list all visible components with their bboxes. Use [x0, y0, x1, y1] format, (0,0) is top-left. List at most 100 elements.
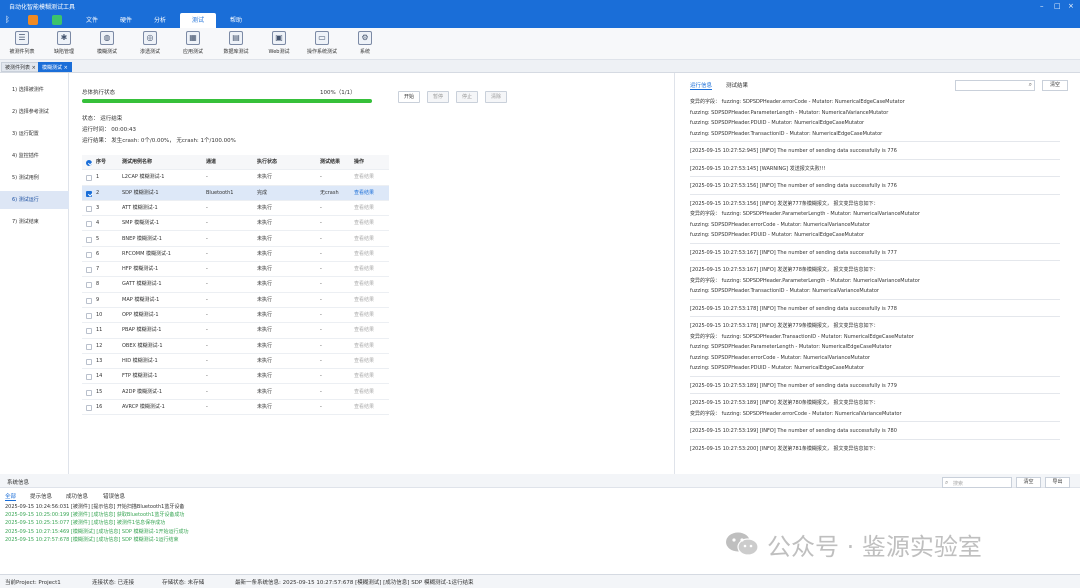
- table-row[interactable]: 7 HFP 模糊测试-1 - 未执行 - 查看结果: [82, 262, 389, 278]
- tool-app-test[interactable]: ▦ 应用测试: [172, 30, 214, 58]
- table-row[interactable]: 10 OPP 模糊测试-1 - 未执行 - 查看结果: [82, 308, 389, 324]
- minimize-button[interactable]: –: [1040, 2, 1044, 10]
- table-row[interactable]: 9 MAP 模糊测试-1 - 未执行 - 查看结果: [82, 293, 389, 308]
- maximize-button[interactable]: □: [1054, 2, 1061, 10]
- menu-tab-test[interactable]: 测试: [180, 13, 216, 28]
- btab-error[interactable]: 错误信息: [103, 492, 125, 500]
- row-checkbox[interactable]: [86, 251, 92, 258]
- tool-pen-test[interactable]: ◎ 渗透测试: [129, 30, 171, 58]
- system-search-input[interactable]: ⌕ 搜索: [942, 477, 1012, 488]
- log-search-input[interactable]: ⌕: [955, 80, 1035, 91]
- table-row[interactable]: 1 L2CAP 模糊测试-1 - 未执行 - 查看结果: [82, 170, 389, 186]
- tool-defect-mgmt[interactable]: ✱ 缺陷管理: [43, 30, 85, 58]
- row-channel: -: [206, 281, 208, 288]
- select-all-checkbox[interactable]: [86, 160, 92, 166]
- view-result-link[interactable]: 查看结果: [354, 186, 374, 201]
- clear-button[interactable]: 清除: [485, 91, 507, 103]
- view-result-link[interactable]: 查看结果: [354, 354, 374, 369]
- close-icon[interactable]: ×: [32, 65, 36, 71]
- row-name: OBEX 模糊测试-1: [122, 342, 163, 349]
- doc-tab-dut-list[interactable]: 被测件列表 ×: [1, 62, 40, 72]
- table-row[interactable]: 12 OBEX 模糊测试-1 - 未执行 - 查看结果: [82, 339, 389, 354]
- start-button[interactable]: 开始: [398, 91, 420, 103]
- menu-tab-analysis[interactable]: 分析: [146, 13, 174, 28]
- view-result-link[interactable]: 查看结果: [354, 400, 374, 415]
- table-row[interactable]: 11 PBAP 模糊测试-1 - 未执行 - 查看结果: [82, 323, 389, 339]
- view-result-link[interactable]: 查看结果: [354, 232, 374, 247]
- tab-run-info[interactable]: 运行信息: [690, 81, 713, 90]
- row-checkbox[interactable]: [86, 343, 92, 350]
- step-test-cases[interactable]: 5) 测试用例: [0, 169, 69, 187]
- row-checkbox[interactable]: [86, 282, 92, 289]
- row-checkbox[interactable]: [86, 374, 92, 381]
- orange-app-icon[interactable]: [28, 15, 38, 25]
- tool-web-test[interactable]: ▣ Web测试: [258, 30, 300, 58]
- tab-test-result[interactable]: 测试结果: [726, 81, 748, 89]
- menu-tab-help[interactable]: 帮助: [222, 13, 250, 28]
- table-row[interactable]: 6 RFCOMM 模糊测试-1 - 未执行 - 查看结果: [82, 247, 389, 263]
- view-result-link[interactable]: 查看结果: [354, 385, 374, 400]
- view-result-link[interactable]: 查看结果: [354, 308, 374, 323]
- tool-fuzz-test[interactable]: ◍ 模糊测试: [86, 30, 128, 58]
- row-checkbox[interactable]: [86, 328, 92, 335]
- tool-dut-list[interactable]: ☰ 被测件列表: [1, 30, 43, 58]
- tool-system[interactable]: ⚙ 系统: [344, 30, 386, 58]
- view-result-link[interactable]: 查看结果: [354, 293, 374, 308]
- row-checkbox[interactable]: [86, 404, 92, 411]
- step-select-dut[interactable]: 1) 选择被测件: [0, 81, 69, 99]
- stop-button[interactable]: 停止: [456, 91, 478, 103]
- view-result-link[interactable]: 查看结果: [354, 339, 374, 354]
- menu-tab-file[interactable]: 文件: [78, 13, 106, 28]
- pause-button[interactable]: 暂停: [427, 91, 449, 103]
- row-checkbox[interactable]: [86, 236, 92, 243]
- table-row[interactable]: 4 SMP 模糊测试-1 - 未执行 - 查看结果: [82, 216, 389, 232]
- btab-all[interactable]: 全部: [5, 492, 17, 501]
- table-row[interactable]: 8 GATT 模糊测试-1 - 未执行 - 查看结果: [82, 277, 389, 293]
- row-checkbox[interactable]: [86, 297, 92, 304]
- view-result-link[interactable]: 查看结果: [354, 201, 374, 216]
- step-test-end[interactable]: 7) 测试结束: [0, 213, 69, 231]
- row-checkbox[interactable]: [86, 313, 92, 319]
- system-clear-button[interactable]: 清空: [1016, 477, 1041, 488]
- step-select-reference[interactable]: 2) 选择参考测试: [0, 103, 69, 121]
- bug-icon: ✱: [57, 31, 71, 45]
- system-export-button[interactable]: 导出: [1045, 477, 1070, 488]
- log-clear-button[interactable]: 清空: [1042, 80, 1068, 91]
- table-row[interactable]: 16 AVRCP 模糊测试-1 - 未执行 - 查看结果: [82, 400, 389, 416]
- view-result-link[interactable]: 查看结果: [354, 170, 374, 185]
- table-row[interactable]: 14 FTP 模糊测试-1 - 未执行 - 查看结果: [82, 369, 389, 385]
- view-result-link[interactable]: 查看结果: [354, 277, 374, 292]
- doc-tab-fuzz-test[interactable]: 模糊测试 ×: [38, 62, 72, 72]
- step-test-run[interactable]: 6) 测试运行: [0, 191, 69, 209]
- btab-success[interactable]: 成功信息: [66, 492, 88, 500]
- view-result-link[interactable]: 查看结果: [354, 369, 374, 384]
- row-checkbox[interactable]: [86, 175, 92, 182]
- tool-db-test[interactable]: ▤ 数据库测试: [215, 30, 257, 58]
- green-app-icon[interactable]: [52, 15, 62, 25]
- btab-hint[interactable]: 提示信息: [30, 492, 52, 500]
- table-row[interactable]: 5 BNEP 模糊测试-1 - 未执行 - 查看结果: [82, 232, 389, 247]
- table-row[interactable]: 15 A2DP 模糊测试-1 - 未执行 - 查看结果: [82, 385, 389, 400]
- menu-tab-hardware[interactable]: 硬件: [112, 13, 140, 28]
- row-checkbox[interactable]: [86, 389, 92, 396]
- tool-os-test[interactable]: ▭ 操作系统测试: [301, 30, 343, 58]
- row-checkbox[interactable]: [86, 190, 92, 197]
- row-checkbox[interactable]: [86, 205, 92, 212]
- step-monitor-plugin[interactable]: 4) 监控插件: [0, 147, 69, 165]
- view-result-link[interactable]: 查看结果: [354, 216, 374, 231]
- log-separator: [690, 375, 1060, 377]
- log-separator: [690, 393, 1060, 394]
- row-checkbox[interactable]: [86, 358, 92, 365]
- step-run-config[interactable]: 3) 运行配置: [0, 125, 69, 143]
- view-result-link[interactable]: 查看结果: [354, 323, 374, 338]
- table-row[interactable]: 2 SDP 模糊测试-1 Bluetooth1 完成 无crash 查看结果: [82, 185, 389, 201]
- table-row[interactable]: 13 HID 模糊测试-1 - 未执行 - 查看结果: [82, 354, 389, 370]
- close-button[interactable]: ×: [1068, 2, 1074, 10]
- close-icon[interactable]: ×: [64, 65, 68, 71]
- table-row[interactable]: 3 ATT 模糊测试-1 - 未执行 - 查看结果: [82, 201, 389, 217]
- bluetooth-icon[interactable]: ᛒ: [5, 15, 15, 25]
- view-result-link[interactable]: 查看结果: [354, 262, 374, 277]
- row-checkbox[interactable]: [86, 221, 92, 228]
- view-result-link[interactable]: 查看结果: [354, 247, 374, 262]
- row-checkbox[interactable]: [86, 267, 92, 274]
